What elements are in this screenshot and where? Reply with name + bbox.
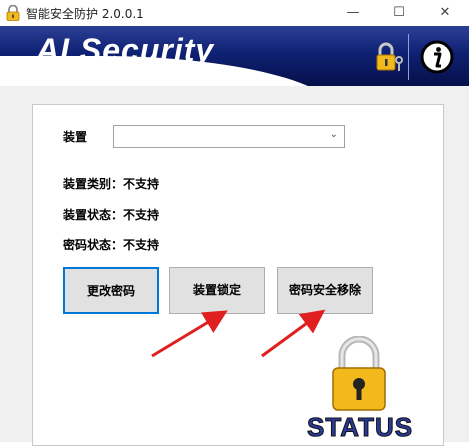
device-label: 装置: [63, 130, 88, 144]
banner-divider: [408, 34, 409, 80]
status-label: STATUS: [306, 412, 414, 443]
device-select[interactable]: ⌄: [113, 125, 345, 148]
chevron-down-icon: ⌄: [329, 129, 338, 140]
maximize-button[interactable]: ☐: [376, 0, 422, 26]
app-lock-icon: [6, 5, 20, 21]
remove-password-button[interactable]: 密码安全移除: [277, 267, 373, 314]
device-status-label: 装置状态：不支持: [63, 208, 160, 222]
lock-key-icon[interactable]: [372, 40, 406, 74]
change-password-button[interactable]: 更改密码: [63, 267, 159, 314]
device-type-label: 装置类别：不支持: [63, 177, 160, 191]
lock-device-button[interactable]: 装置锁定: [169, 267, 265, 314]
title-bar: 智能安全防护 2.0.0.1 — ☐ ✕: [0, 0, 469, 26]
app-title: AI Security: [36, 32, 215, 68]
padlock-icon: [332, 336, 386, 411]
password-status-label: 密码状态：不支持: [63, 238, 160, 252]
minimize-button[interactable]: —: [330, 0, 376, 26]
close-button[interactable]: ✕: [422, 0, 468, 26]
info-icon[interactable]: [420, 40, 454, 74]
header-banner: AI Security: [0, 26, 469, 86]
main-panel: 装置 ⌄ 装置类别：不支持 装置状态：不支持 密码状态：不支持 更改密码 装置锁…: [0, 86, 469, 446]
window-title: 智能安全防护 2.0.0.1: [26, 7, 144, 21]
